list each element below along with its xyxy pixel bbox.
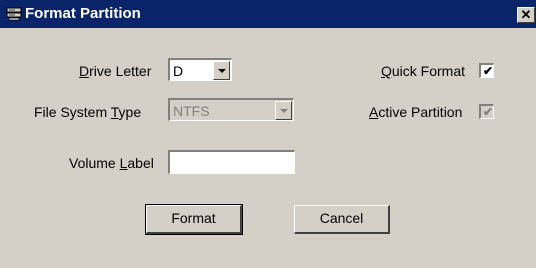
file-system-type-value: NTFS	[173, 103, 210, 119]
file-system-type-select[interactable]: NTFS	[168, 98, 294, 121]
chevron-down-icon	[218, 69, 226, 73]
window-title: Format Partition	[25, 5, 141, 22]
active-partition-label: Active Partition	[369, 104, 463, 120]
drive-letter-value: D	[173, 63, 184, 79]
chevron-down-icon	[280, 109, 288, 113]
quick-format-label: Quick Format	[381, 63, 466, 79]
cancel-button[interactable]: Cancel	[294, 205, 390, 234]
file-system-type-label: File System Type	[34, 104, 142, 120]
drive-letter-label: Drive Letter	[79, 63, 152, 79]
close-button[interactable]: ✕	[517, 7, 535, 23]
format-partition-icon	[6, 7, 22, 21]
checkmark-icon: ✔	[483, 64, 494, 78]
drive-letter-select[interactable]: D	[168, 58, 232, 81]
file-system-type-dropdown-button[interactable]	[275, 101, 292, 120]
volume-label-label: Volume Label	[69, 155, 154, 171]
format-button[interactable]: Format	[145, 204, 243, 235]
quick-format-checkbox[interactable]: ✔	[479, 63, 494, 78]
format-partition-dialog: Format Partition ✕ Drive Letter D File S…	[0, 0, 536, 268]
checkmark-icon: ✔	[483, 105, 494, 119]
close-icon: ✕	[520, 7, 532, 22]
drive-letter-dropdown-button[interactable]	[213, 61, 230, 80]
title-bar[interactable]: Format Partition ✕	[0, 0, 536, 28]
active-partition-checkbox[interactable]: ✔	[479, 104, 494, 119]
volume-label-input[interactable]	[168, 150, 295, 174]
